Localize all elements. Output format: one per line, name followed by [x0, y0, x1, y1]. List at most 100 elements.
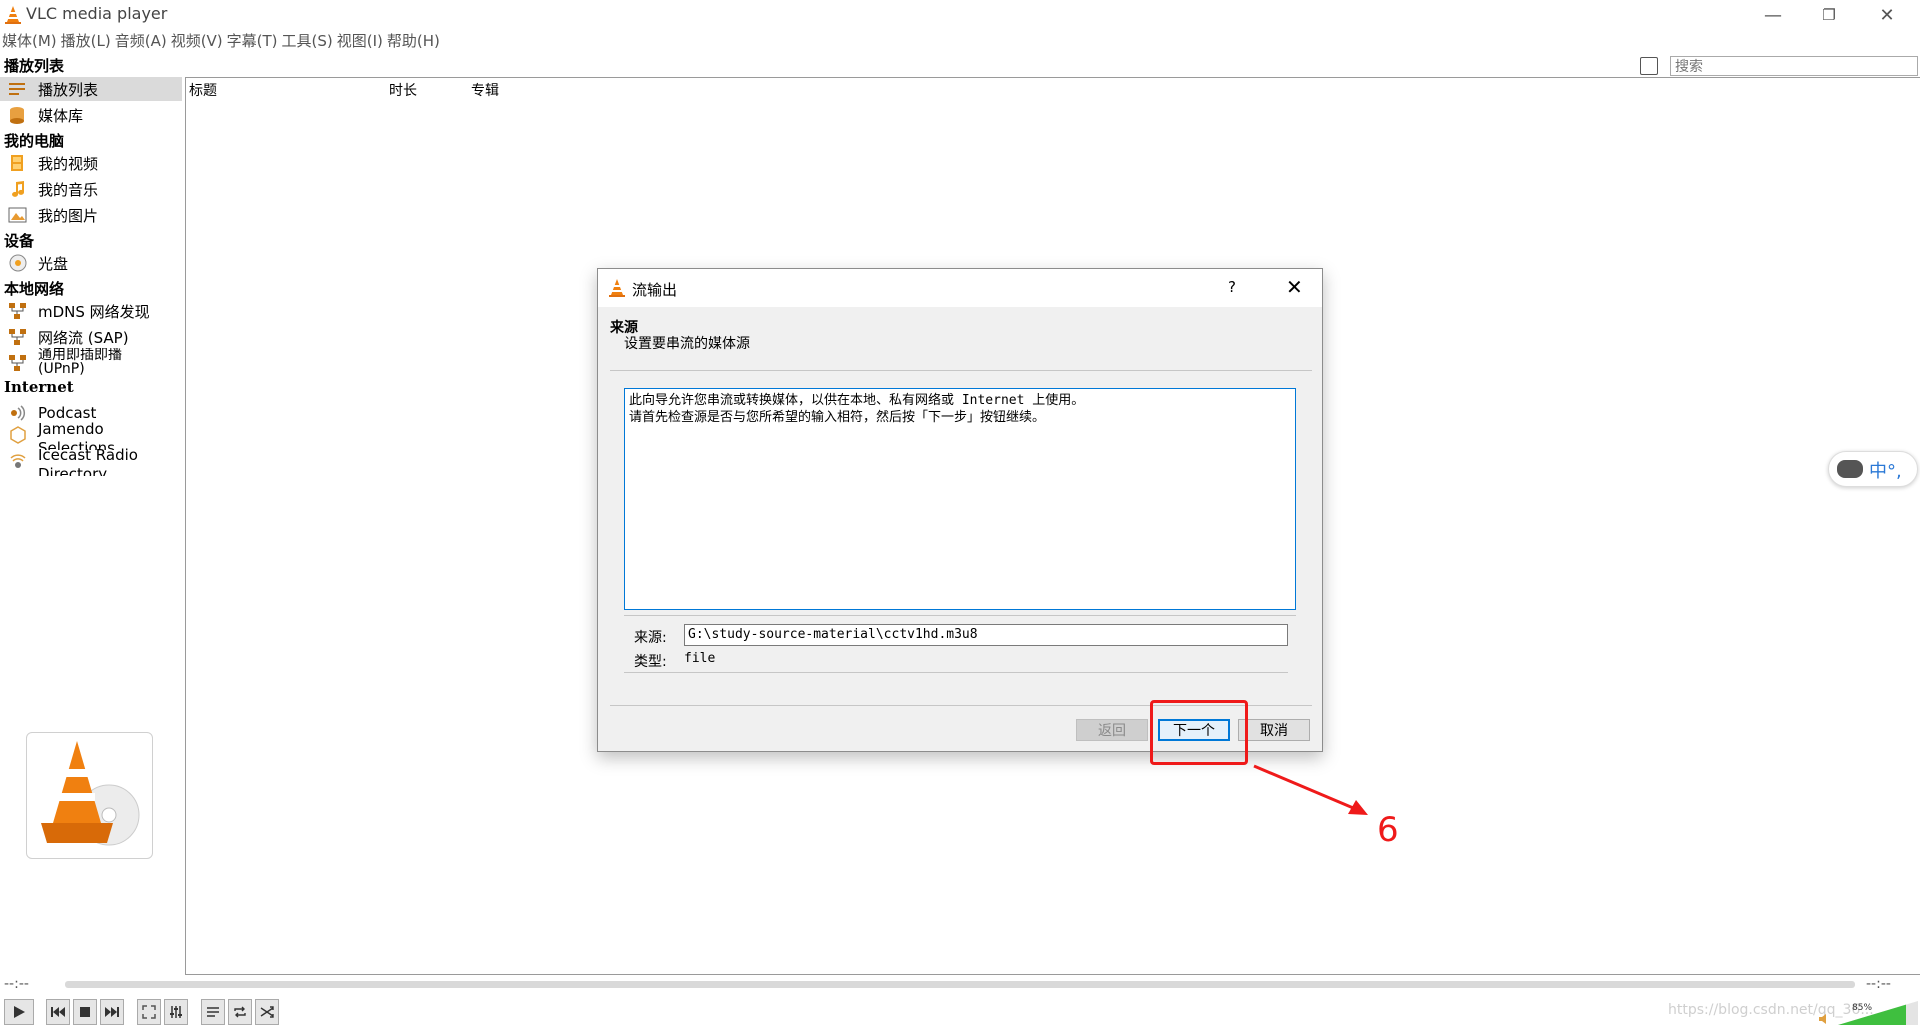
film-icon	[11, 155, 23, 171]
fullscreen-icon	[142, 1005, 156, 1019]
music-note-icon	[12, 181, 25, 197]
vlc-cone-icon	[41, 741, 140, 846]
divider	[624, 615, 1296, 616]
equalizer-icon	[170, 1006, 182, 1018]
playlist-icon	[207, 1007, 219, 1017]
column-title[interactable]: 标题	[189, 80, 217, 100]
playlist-icon	[9, 83, 25, 95]
sidebar-item-label: 我的图片	[38, 206, 99, 225]
sidebar-item-sap[interactable]: 网络流 (SAP)	[0, 325, 182, 349]
playlist-view-icon[interactable]	[1640, 57, 1658, 75]
loop-button[interactable]	[228, 999, 252, 1025]
previous-button[interactable]	[46, 999, 70, 1025]
close-window-button[interactable]: ✕	[1858, 0, 1916, 30]
cancel-button[interactable]: 取消	[1238, 719, 1310, 741]
menu-video[interactable]: 视频(V)	[169, 30, 225, 52]
sidebar-item-label: 光盘	[38, 254, 69, 273]
network-icon	[9, 329, 26, 345]
sidebar-item-pictures[interactable]: 我的图片	[0, 203, 182, 227]
dialog-title-bar	[598, 269, 1322, 307]
fullscreen-button[interactable]	[137, 999, 161, 1025]
column-duration[interactable]: 时长	[389, 80, 417, 100]
seek-slider[interactable]	[65, 981, 1855, 988]
time-elapsed: --:--	[4, 976, 29, 992]
search-input[interactable]	[1670, 56, 1918, 76]
minimize-button[interactable]: —	[1744, 0, 1802, 30]
radio-icon	[10, 454, 26, 468]
divider	[624, 672, 1288, 673]
next-track-button[interactable]	[100, 999, 124, 1025]
sidebar-item-disc[interactable]: 光盘	[0, 251, 182, 275]
sidebar-item-media-library[interactable]: 媒体库	[0, 103, 182, 127]
network-icon	[9, 303, 26, 319]
menu-subtitle[interactable]: 字幕(T)	[225, 30, 280, 52]
menu-media[interactable]: 媒体(M)	[0, 30, 59, 52]
sidebar-item-upnp[interactable]: 通用即插即播 (UPnP)	[0, 348, 182, 378]
next-icon	[105, 1007, 119, 1017]
source-field[interactable]: G:\study-source-material\cctv1hd.m3u8	[684, 624, 1288, 646]
stop-icon	[80, 1007, 90, 1017]
type-label: 类型:	[634, 654, 667, 670]
menu-tools[interactable]: 工具(S)	[280, 30, 335, 52]
sidebar-item-label: mDNS 网络发现	[38, 302, 150, 321]
annotation-highlight-box	[1150, 700, 1248, 765]
sidebar-header-devices: 设备	[4, 232, 35, 250]
sidebar-item-music[interactable]: 我的音乐	[0, 177, 182, 201]
play-button[interactable]	[4, 999, 34, 1025]
shuffle-icon	[260, 1006, 274, 1018]
menu-view[interactable]: 视图(I)	[335, 30, 385, 52]
stream-output-dialog: 流输出 ? ✕ 来源 设置要串流的媒体源 此向导允许您串流或转换媒体，以供在本地…	[597, 268, 1323, 752]
help-button[interactable]: ?	[1228, 278, 1236, 296]
annotation-arrow-icon	[1253, 764, 1368, 815]
playlist-header: 标题 时长 专辑	[185, 78, 885, 100]
dialog-close-button[interactable]: ✕	[1286, 275, 1303, 299]
source-label: 来源:	[634, 630, 667, 646]
network-icon	[9, 355, 26, 371]
sidebar-item-videos[interactable]: 我的视频	[0, 151, 182, 175]
album-art	[26, 732, 153, 859]
back-button[interactable]: 返回	[1076, 719, 1148, 741]
sidebar-item-label: 媒体库	[38, 106, 84, 125]
menu-bar: 媒体(M) 播放(L) 音频(A) 视频(V) 字幕(T) 工具(S) 视图(I…	[0, 30, 1920, 52]
description-textarea[interactable]: 此向导允许您串流或转换媒体，以供在本地、私有网络或 Internet 上使用。 …	[624, 388, 1296, 610]
sidebar-item-label: 网络流 (SAP)	[38, 328, 129, 347]
sidebar-item-label: 通用即插即播 (UPnP)	[38, 348, 122, 377]
window-title: VLC media player	[26, 4, 168, 23]
sidebar-header-computer: 我的电脑	[4, 132, 65, 150]
sidebar-item-label: Icecast Radio Directory	[38, 446, 138, 476]
shuffle-button[interactable]	[255, 999, 279, 1025]
loop-icon	[234, 1006, 246, 1018]
title-bar	[0, 0, 1920, 30]
library-icon	[10, 107, 24, 124]
disc-icon	[9, 254, 27, 272]
previous-icon	[51, 1007, 65, 1017]
stop-button[interactable]	[73, 999, 97, 1025]
playlist-toggle-button[interactable]	[201, 999, 225, 1025]
restore-button[interactable]: ❐	[1800, 0, 1858, 30]
annotation-step-number: 6	[1377, 810, 1399, 850]
ime-indicator[interactable]: 中°,	[1828, 451, 1918, 487]
sidebar-item-label: 播放列表	[38, 80, 99, 99]
ime-label: 中°,	[1869, 461, 1902, 482]
extended-settings-button[interactable]	[164, 999, 188, 1025]
picture-icon	[8, 207, 27, 223]
menu-audio[interactable]: 音频(A)	[113, 30, 169, 52]
sidebar-header-playlist: 播放列表	[4, 57, 65, 75]
play-icon	[14, 1006, 25, 1018]
sidebar-item-playlist[interactable]: 播放列表	[0, 77, 182, 101]
speaker-icon[interactable]	[1818, 1013, 1832, 1025]
sidebar-item-label: 我的视频	[38, 154, 99, 173]
time-total: --:--	[1866, 976, 1891, 992]
volume-slider[interactable]: 85%	[1838, 1000, 1918, 1026]
sidebar-item-label: 我的音乐	[38, 180, 99, 199]
sidebar-item-icecast[interactable]: Icecast Radio Directory	[0, 446, 182, 476]
type-value: file	[684, 651, 716, 666]
sidebar-item-mdns[interactable]: mDNS 网络发现	[0, 299, 182, 323]
menu-help[interactable]: 帮助(H)	[385, 30, 442, 52]
column-album[interactable]: 专辑	[471, 80, 499, 100]
menu-playback[interactable]: 播放(L)	[59, 30, 113, 52]
jamendo-icon	[10, 426, 26, 444]
dialog-title: 流输出	[632, 281, 678, 299]
volume-triangle-icon	[1838, 1001, 1918, 1025]
volume-value: 85%	[1852, 1003, 1873, 1013]
